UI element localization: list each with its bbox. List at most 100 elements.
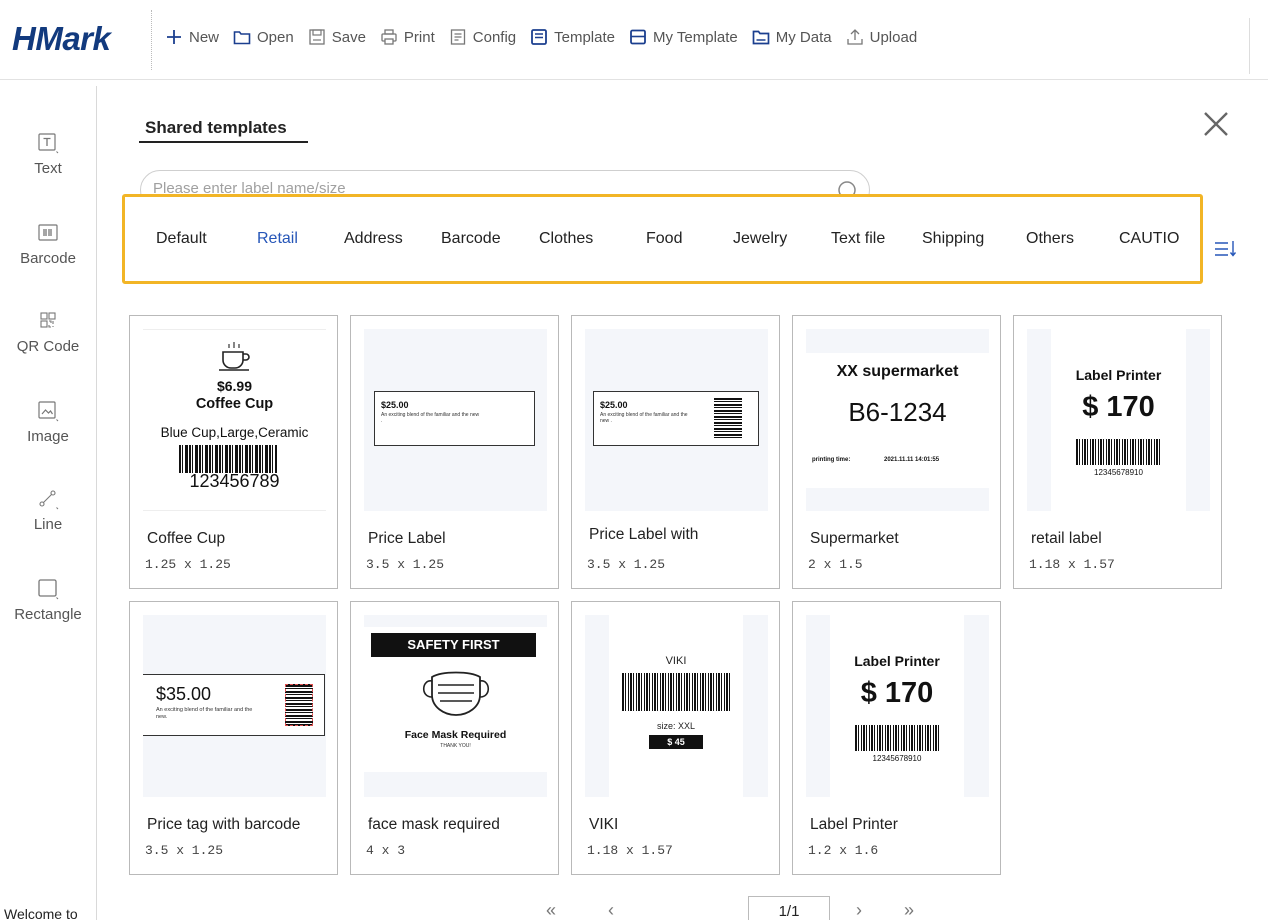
preview-label-box: $25.00 An exciting blend of the familiar…: [374, 391, 535, 446]
sidebar-item-rectangle[interactable]: Rectangle: [0, 578, 96, 623]
template-card-viki[interactable]: VIKI size: XXL $ 45 VIKI 1.18 x 1.57: [571, 601, 780, 875]
template-name: Price Label with: [589, 526, 699, 543]
template-card-label-printer[interactable]: Label Printer $ 170 12345678910 Label Pr…: [792, 601, 1001, 875]
template-size: 1.25 x 1.25: [145, 557, 231, 572]
template-size: 2 x 1.5: [808, 557, 863, 572]
modal-title: Shared templates: [145, 118, 287, 137]
preview-label-box: Label Printer $ 170 12345678910: [830, 615, 964, 797]
print-button[interactable]: Print: [380, 28, 435, 46]
tab-clothes[interactable]: Clothes: [539, 230, 593, 248]
qr-code-icon: [40, 312, 56, 328]
template-card-supermarket[interactable]: XX supermarket B6-1234 printing time: 20…: [792, 315, 1001, 589]
sidebar-item-label: Text: [34, 160, 62, 177]
sidebar-item-line[interactable]: Line: [0, 488, 96, 533]
preview-price: $35.00: [156, 684, 212, 704]
template-card-coffee-cup[interactable]: $6.99 Coffee Cup Blue Cup,Large,Ceramic …: [129, 315, 338, 589]
toolbar-right-divider: [1249, 18, 1250, 74]
template-size: 1.18 x 1.57: [587, 843, 673, 858]
template-card-price-tag-with-barcode[interactable]: $35.00 An exciting blend of the familiar…: [129, 601, 338, 875]
preview-code: B6-1234: [848, 397, 947, 427]
preview-barcode: [714, 398, 742, 440]
last-page-button[interactable]: »: [904, 900, 914, 920]
prev-page-button[interactable]: ‹: [608, 900, 614, 920]
template-preview: Label Printer $ 170 12345678910: [806, 615, 989, 797]
template-preview: $6.99 Coffee Cup Blue Cup,Large,Ceramic …: [143, 329, 326, 511]
template-name: Price tag with barcode: [147, 816, 301, 833]
preview-desc: Blue Cup,Large,Ceramic: [160, 425, 309, 440]
toolbar-actions: New Open Save Print Config Template My T…: [165, 28, 931, 46]
folder-icon: [233, 31, 251, 45]
my-template-label: My Template: [653, 28, 738, 46]
shared-templates-modal: Shared templates Default Retail Address …: [98, 86, 1268, 920]
print-label: Print: [403, 28, 435, 46]
template-button[interactable]: Template: [530, 28, 615, 46]
new-button[interactable]: New: [165, 28, 219, 46]
sort-menu-icon[interactable]: [1212, 236, 1238, 262]
preview-code: 123456789: [189, 471, 280, 491]
config-label: Config: [472, 28, 517, 46]
save-label: Save: [331, 28, 366, 46]
my-data-icon: [752, 30, 770, 45]
sidebar-item-label: Image: [27, 428, 69, 445]
sidebar-item-text[interactable]: Text: [0, 132, 96, 177]
my-data-button[interactable]: My Data: [752, 28, 832, 46]
open-label: Open: [257, 28, 294, 46]
next-page-button[interactable]: ›: [856, 900, 862, 920]
preview-time: 2021.11.11 14:01:55: [884, 457, 940, 463]
line-icon: [39, 490, 59, 510]
my-template-button[interactable]: My Template: [629, 28, 738, 46]
template-name: retail label: [1031, 530, 1102, 547]
page-indicator[interactable]: 1/1: [748, 896, 830, 920]
preview-title: Coffee Cup: [195, 396, 274, 412]
config-icon: [450, 29, 465, 45]
sidebar-item-barcode[interactable]: Barcode: [0, 222, 96, 267]
tab-barcode[interactable]: Barcode: [441, 230, 501, 248]
preview-label-box: VIKI size: XXL $ 45: [609, 615, 743, 797]
top-toolbar: HMark New Open Save Print Config Templat…: [0, 0, 1268, 80]
template-label: Template: [554, 28, 615, 46]
template-card-price-label[interactable]: $25.00 An exciting blend of the familiar…: [350, 315, 559, 589]
save-button[interactable]: Save: [308, 28, 366, 46]
category-tabs: Default Retail Address Barcode Clothes F…: [122, 194, 1203, 284]
close-icon[interactable]: [1200, 108, 1232, 140]
tab-food[interactable]: Food: [646, 230, 682, 248]
open-button[interactable]: Open: [233, 28, 294, 46]
upload-button[interactable]: Upload: [846, 28, 918, 46]
sidebar-item-qr-code[interactable]: QR Code: [0, 310, 96, 355]
first-page-button[interactable]: «: [546, 900, 556, 920]
image-icon: [38, 401, 59, 422]
tab-shipping[interactable]: Shipping: [922, 230, 984, 248]
sidebar-item-image[interactable]: Image: [0, 400, 96, 445]
tab-others[interactable]: Others: [1026, 230, 1074, 248]
template-card-retail-label[interactable]: Label Printer $ 170 12345678910 retail l…: [1013, 315, 1222, 589]
preview-price: $ 170: [860, 677, 934, 709]
preview-desc: An exciting blend of the familiar and th…: [156, 707, 253, 720]
tab-retail[interactable]: Retail: [257, 230, 298, 248]
template-preview: $35.00 An exciting blend of the familiar…: [143, 615, 326, 797]
save-icon: [309, 29, 325, 45]
face-mask-icon: [422, 671, 490, 716]
preview-title: Label Printer: [854, 653, 940, 669]
welcome-text: Welcome to: [4, 906, 78, 920]
preview-code: 12345678910: [872, 754, 922, 763]
sidebar-item-label: Rectangle: [14, 606, 82, 623]
template-card-price-label-with[interactable]: $25.00 An exciting blend of the familiar…: [571, 315, 780, 589]
toolbar-divider: [151, 10, 152, 70]
sidebar-item-label: QR Code: [16, 338, 80, 355]
tab-default[interactable]: Default: [156, 230, 207, 248]
preview-barcode: [179, 445, 277, 473]
upload-label: Upload: [869, 28, 918, 46]
tab-text-file[interactable]: Text file: [831, 230, 885, 248]
template-card-face-mask-required[interactable]: SAFETY FIRST Face Mask Required THANK YO…: [350, 601, 559, 875]
tab-caution[interactable]: CAUTIO: [1119, 230, 1179, 248]
preview-time-label: printing time:: [812, 457, 851, 463]
template-name: Price Label: [368, 530, 446, 547]
sidebar-item-label: Line: [33, 516, 63, 533]
preview-label-box: XX supermarket B6-1234 printing time: 20…: [806, 353, 989, 488]
tab-address[interactable]: Address: [344, 230, 403, 248]
template-preview: Label Printer $ 170 12345678910: [1027, 329, 1210, 511]
sidebar-item-label: Barcode: [20, 250, 76, 267]
template-size: 3.5 x 1.25: [587, 557, 666, 572]
tab-jewelry[interactable]: Jewelry: [733, 230, 787, 248]
config-button[interactable]: Config: [449, 28, 516, 46]
